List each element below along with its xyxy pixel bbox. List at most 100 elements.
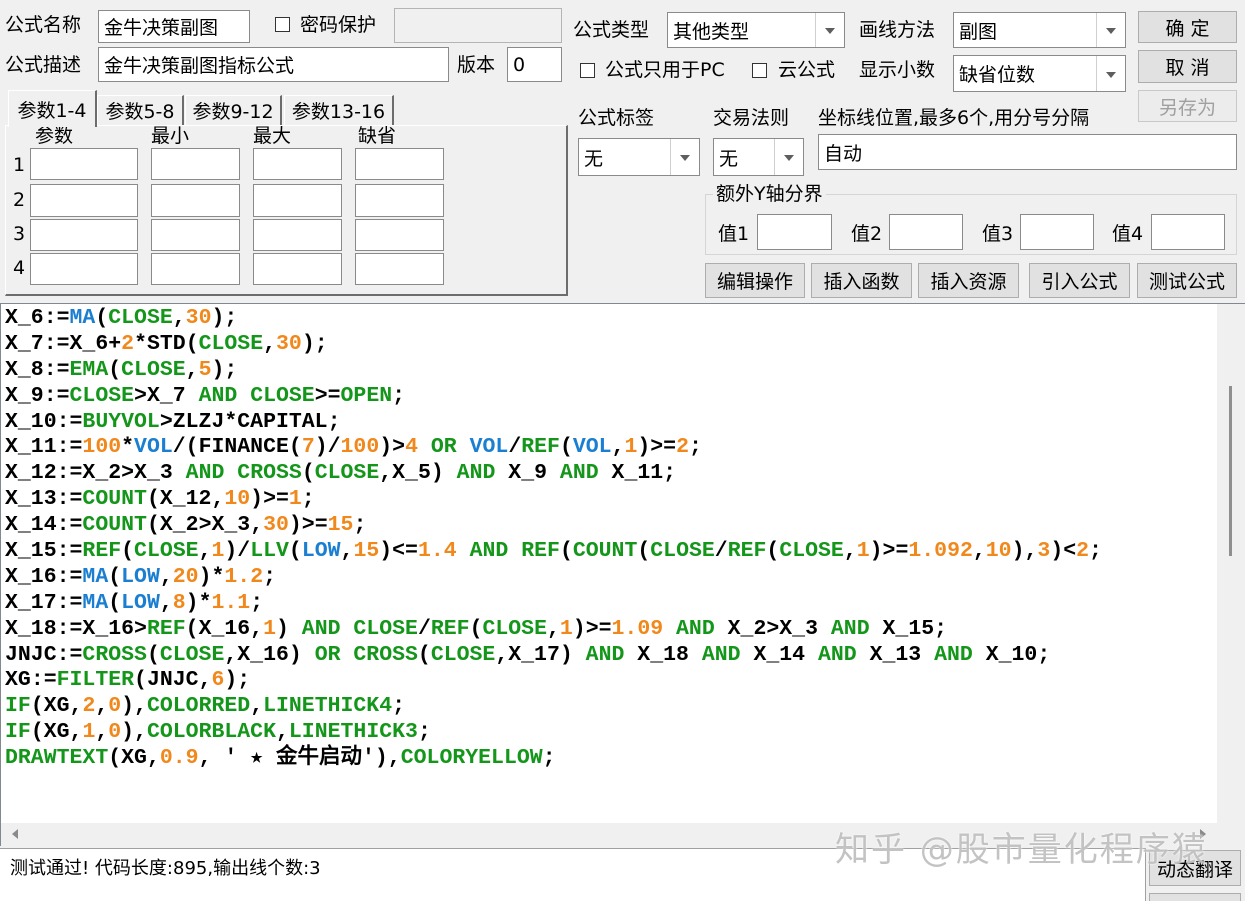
edit-operations-button[interactable]: 编辑操作 xyxy=(705,263,805,298)
tab-params-13-16[interactable]: 参数13-16 xyxy=(284,95,394,125)
code-line[interactable]: X_16:=MA(LOW,20)*1.2; xyxy=(1,565,1217,591)
y-value-1-input[interactable] xyxy=(757,214,832,250)
chevron-down-icon[interactable] xyxy=(1096,56,1125,91)
code-token: AND xyxy=(198,383,238,408)
test-formula-button[interactable]: 测试公式 xyxy=(1137,263,1237,298)
code-token: X_15 xyxy=(882,616,935,641)
code-line[interactable]: X_12:=X_2>X_3 AND CROSS(CLOSE,X_5) AND X… xyxy=(1,461,1217,487)
param-name-input[interactable] xyxy=(30,148,138,180)
code-area[interactable]: X_6:=MA(CLOSE,30); X_7:=X_6+2*STD(CLOSE,3… xyxy=(1,304,1217,823)
code-line[interactable]: JNJC:=CROSS(CLOSE,X_16) OR CROSS(CLOSE,X… xyxy=(1,643,1217,669)
code-line[interactable]: IF(XG,1,0),COLORBLACK,LINETHICK3; xyxy=(1,720,1217,746)
chevron-down-icon[interactable] xyxy=(1096,13,1125,47)
password-input[interactable] xyxy=(394,8,562,43)
code-token: ( xyxy=(30,720,44,745)
y-value-2-input[interactable] xyxy=(889,214,963,250)
code-line[interactable]: DRAWTEXT(XG,0.9, ' ★ 金牛启动'),COLORYELLOW; xyxy=(1,746,1217,772)
decimals-select[interactable]: 缺省位数 xyxy=(953,55,1126,92)
tab-params-9-12[interactable]: 参数9-12 xyxy=(185,95,282,125)
trade-rule-select[interactable]: 无 xyxy=(713,138,804,176)
y-value-4-input[interactable] xyxy=(1151,214,1225,250)
tab-params-5-8[interactable]: 参数5-8 xyxy=(97,95,184,125)
import-formula-button[interactable]: 引入公式 xyxy=(1029,263,1130,298)
code-token: X_16 xyxy=(237,642,289,667)
code-token: ; xyxy=(542,746,556,771)
param-min-input[interactable] xyxy=(151,253,240,285)
code-line[interactable]: XG:=FILTER(JNJC,6); xyxy=(1,668,1217,694)
code-line[interactable]: X_10:=BUYVOL>ZLZJ*CAPITAL; xyxy=(1,410,1217,436)
code-token: > xyxy=(766,616,780,641)
param-default-input[interactable] xyxy=(355,219,444,251)
chevron-down-icon[interactable] xyxy=(670,139,699,175)
code-token: X_8 xyxy=(5,357,44,382)
formula-name-input[interactable] xyxy=(98,10,250,43)
formula-type-select[interactable]: 其他类型 xyxy=(667,12,845,48)
y-value-3-input[interactable] xyxy=(1020,214,1094,250)
code-token: , xyxy=(69,694,83,719)
param-default-input[interactable] xyxy=(355,253,444,285)
cloud-formula-checkbox[interactable] xyxy=(752,63,767,78)
code-line[interactable]: X_6:=MA(CLOSE,30); xyxy=(1,306,1217,332)
param-max-input[interactable] xyxy=(253,148,342,180)
hidden-button-partial[interactable] xyxy=(1149,893,1241,901)
code-line[interactable]: X_13:=COUNT(X_12,10)>=1; xyxy=(1,487,1217,513)
code-line[interactable]: X_17:=MA(LOW,8)*1.1; xyxy=(1,591,1217,617)
formula-tag-select[interactable]: 无 xyxy=(578,138,700,176)
code-token: X_7 xyxy=(5,331,44,356)
code-token: )>= xyxy=(572,616,612,641)
code-token: REF xyxy=(82,539,122,564)
param-min-input[interactable] xyxy=(151,148,240,180)
code-token: XG xyxy=(43,694,70,719)
code-line[interactable]: X_7:=X_6+2*STD(CLOSE,30); xyxy=(1,332,1217,358)
param-name-input[interactable] xyxy=(30,219,138,251)
code-line[interactable]: X_15:=REF(CLOSE,1)/LLV(LOW,15)<=1.4 AND … xyxy=(1,539,1217,565)
code-line[interactable]: X_11:=100*VOL/(FINANCE(7)/100)>4 OR VOL/… xyxy=(1,435,1217,461)
param-name-input[interactable] xyxy=(30,253,138,285)
code-editor[interactable]: X_6:=MA(CLOSE,30); X_7:=X_6+2*STD(CLOSE,3… xyxy=(0,303,1245,846)
param-max-input[interactable] xyxy=(253,219,342,251)
password-protect-checkbox[interactable] xyxy=(275,17,290,32)
param-default-input[interactable] xyxy=(355,184,444,217)
cancel-button[interactable]: 取 消 xyxy=(1138,50,1237,83)
formula-tag-label: 公式标签 xyxy=(578,107,655,129)
code-token: STD xyxy=(146,331,186,356)
chevron-down-icon[interactable] xyxy=(774,139,803,175)
param-default-input[interactable] xyxy=(355,148,444,180)
axis-lines-input[interactable] xyxy=(818,134,1237,170)
scroll-left-icon[interactable] xyxy=(12,829,18,839)
code-token: 5 xyxy=(198,357,212,382)
scroll-right-icon[interactable] xyxy=(1200,829,1206,839)
ok-button[interactable]: 确 定 xyxy=(1138,11,1237,43)
code-token: ); xyxy=(301,331,328,356)
code-token: COLORYELLOW xyxy=(400,746,543,771)
dynamic-translate-button[interactable]: 动态翻译 xyxy=(1149,850,1241,886)
param-min-input[interactable] xyxy=(151,219,240,251)
code-token: ; xyxy=(934,616,948,641)
code-line[interactable]: IF(XG,2,0),COLORRED,LINETHICK4; xyxy=(1,694,1217,720)
tab-params-1-4[interactable]: 参数1-4 xyxy=(8,90,97,127)
code-token: X_16 xyxy=(82,616,135,641)
code-token: X_13 xyxy=(5,487,57,512)
version-input[interactable] xyxy=(507,47,562,82)
description-input[interactable] xyxy=(98,47,449,82)
code-token: , xyxy=(250,513,264,538)
code-line[interactable]: X_8:=EMA(CLOSE,5); xyxy=(1,358,1217,384)
code-token: CROSS xyxy=(353,642,418,667)
save-as-button[interactable]: 另存为 xyxy=(1138,90,1237,122)
code-line[interactable]: X_9:=CLOSE>X_7 AND CLOSE>=OPEN; xyxy=(1,384,1217,410)
param-min-input[interactable] xyxy=(151,184,240,217)
insert-resource-button[interactable]: 插入资源 xyxy=(918,263,1019,298)
vertical-scroll-thumb[interactable] xyxy=(1229,386,1232,556)
horizontal-scrollbar[interactable] xyxy=(1,823,1217,846)
param-name-input[interactable] xyxy=(30,184,138,217)
draw-method-select[interactable]: 副图 xyxy=(953,12,1126,48)
code-line[interactable]: X_18:=X_16>REF(X_16,1) AND CLOSE/REF(CLO… xyxy=(1,617,1217,643)
chevron-down-icon[interactable] xyxy=(815,13,844,47)
vertical-scrollbar[interactable] xyxy=(1217,304,1245,823)
param-max-input[interactable] xyxy=(253,184,342,217)
code-token: > xyxy=(121,461,135,486)
pc-only-checkbox[interactable] xyxy=(580,63,595,78)
insert-function-button[interactable]: 插入函数 xyxy=(811,263,912,298)
param-max-input[interactable] xyxy=(253,253,342,285)
code-line[interactable]: X_14:=COUNT(X_2>X_3,30)>=15; xyxy=(1,513,1217,539)
